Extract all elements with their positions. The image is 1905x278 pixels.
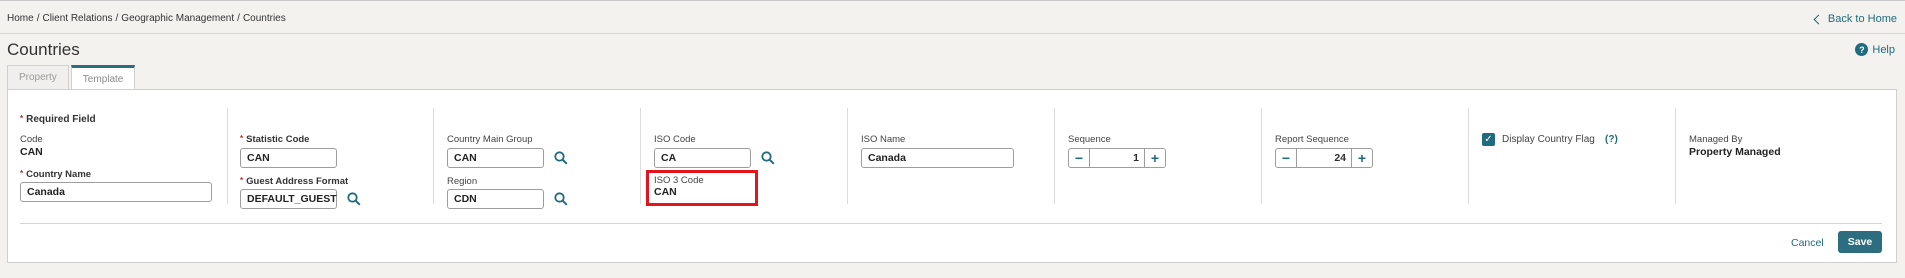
- column-divider: [1054, 108, 1055, 204]
- report-sequence-stepper[interactable]: − 24 +: [1275, 148, 1373, 168]
- help-icon: ?: [1855, 43, 1869, 56]
- iso-name-input[interactable]: Canada: [861, 148, 1014, 168]
- iso-name-label: ISO Name: [861, 134, 906, 145]
- country-main-group-input[interactable]: CAN: [447, 148, 544, 168]
- tab-property[interactable]: Property: [7, 65, 69, 89]
- iso-code-label: ISO Code: [654, 134, 696, 145]
- iso3-code-highlight-box: [646, 170, 758, 206]
- guest-address-format-label: * Guest Address Format: [240, 176, 349, 187]
- search-icon[interactable]: [554, 151, 568, 165]
- minus-icon[interactable]: −: [1276, 149, 1296, 167]
- sequence-label: Sequence: [1068, 134, 1111, 145]
- search-icon[interactable]: [554, 192, 568, 206]
- region-input[interactable]: CDN: [447, 189, 544, 209]
- guest-address-format-input[interactable]: DEFAULT_GUEST: [240, 189, 337, 209]
- country-name-label: * Country Name: [20, 169, 92, 180]
- code-label: Code: [20, 134, 43, 145]
- chevron-left-icon: [1813, 14, 1824, 24]
- column-divider: [640, 108, 641, 204]
- country-name-input[interactable]: Canada: [20, 182, 212, 202]
- help-link[interactable]: ? Help: [1855, 43, 1895, 56]
- statistic-code-input[interactable]: CAN: [240, 148, 337, 168]
- minus-icon[interactable]: −: [1069, 149, 1089, 167]
- plus-icon[interactable]: +: [1145, 149, 1165, 167]
- column-divider: [1675, 108, 1676, 204]
- report-sequence-value[interactable]: 24: [1296, 149, 1352, 167]
- breadcrumb-home[interactable]: Home: [7, 13, 34, 24]
- column-divider: [1468, 108, 1469, 204]
- sequence-stepper[interactable]: − 1 +: [1068, 148, 1166, 168]
- region-label: Region: [447, 176, 478, 187]
- display-country-flag-label: Display Country Flag: [1502, 134, 1595, 145]
- breadcrumb-client-relations[interactable]: Client Relations: [42, 13, 112, 24]
- breadcrumb-geographic-management[interactable]: Geographic Management: [121, 13, 234, 24]
- form-divider: [20, 223, 1882, 224]
- tab-template[interactable]: Template: [70, 65, 136, 90]
- breadcrumb-countries: Countries: [242, 13, 286, 24]
- code-value: CAN: [20, 146, 43, 158]
- template-form-panel: * Required Field Code CAN * Country Name C…: [7, 89, 1897, 263]
- top-bar: Home / Client Relations / Geographic Managem…: [0, 0, 1905, 34]
- search-icon[interactable]: [761, 151, 775, 165]
- sequence-value[interactable]: 1: [1089, 149, 1145, 167]
- column-divider: [433, 108, 434, 204]
- column-divider: [227, 108, 228, 204]
- search-icon[interactable]: [347, 192, 361, 206]
- column-divider: [1261, 108, 1262, 204]
- breadcrumb: Home / Client Relations / Geographic Managem…: [7, 13, 286, 24]
- help-label: Help: [1872, 43, 1895, 56]
- report-sequence-label: Report Sequence: [1275, 134, 1349, 145]
- managed-by-value: Property Managed: [1689, 146, 1781, 158]
- back-to-home-label: Back to Home: [1827, 13, 1897, 25]
- country-main-group-label: Country Main Group: [447, 134, 533, 145]
- required-star-icon: *: [20, 114, 24, 123]
- back-to-home-link[interactable]: Back to Home: [1813, 13, 1897, 25]
- display-country-flag-checkbox[interactable]: ✓: [1482, 133, 1495, 146]
- field-help-icon[interactable]: (?): [1605, 134, 1618, 145]
- column-divider: [847, 108, 848, 204]
- statistic-code-label: * Statistic Code: [240, 134, 310, 145]
- tab-bar: Property Template: [7, 65, 137, 90]
- save-button[interactable]: Save: [1838, 231, 1882, 253]
- plus-icon[interactable]: +: [1352, 149, 1372, 167]
- iso-code-input[interactable]: CA: [654, 148, 751, 168]
- required-field-note: * Required Field: [20, 114, 96, 125]
- managed-by-label: Managed By: [1689, 134, 1743, 145]
- cancel-button[interactable]: Cancel: [1791, 237, 1824, 249]
- page-title: Countries: [7, 40, 80, 59]
